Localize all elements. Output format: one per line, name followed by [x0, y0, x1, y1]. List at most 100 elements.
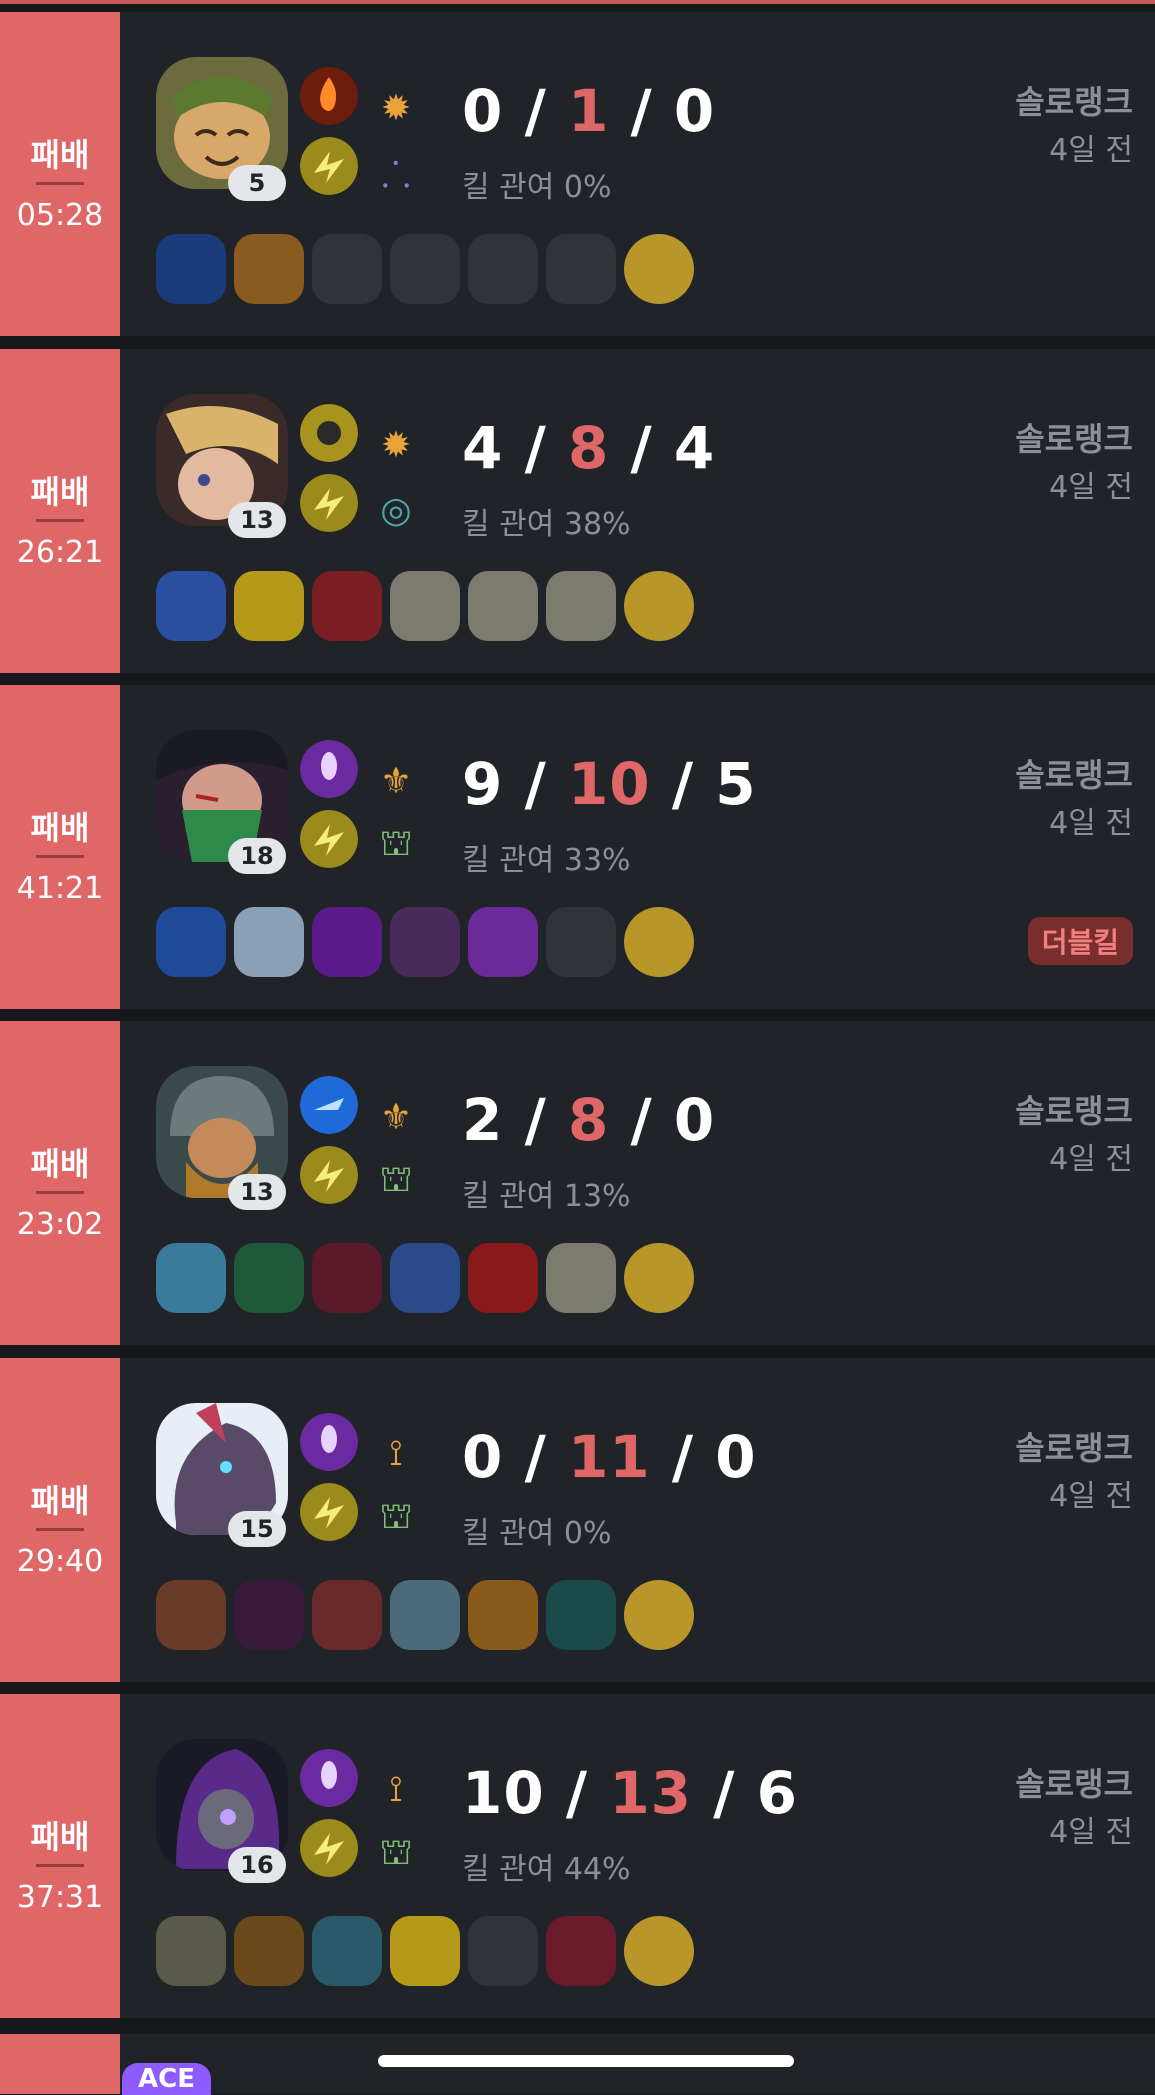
match-card[interactable]: 패배 41:21 18 ⚜ ⛫ 9 / 10 / 5 킬 관여 33% 솔로랭크… [0, 685, 1155, 1009]
result-divider [36, 1528, 84, 1531]
item-icon[interactable] [390, 907, 460, 977]
item-icon[interactable] [234, 571, 304, 641]
kills: 10 [462, 1759, 545, 1827]
match-card[interactable]: 패배 26:21 13 ✹ ◎ 4 / 8 / 4 킬 관여 38% 솔로랭크 … [0, 349, 1155, 673]
match-card[interactable]: 패배 23:02 13 ⚜ ⛫ 2 / 8 / 0 킬 관여 13% 솔로랭크 … [0, 1021, 1155, 1345]
item-icon[interactable] [468, 1580, 538, 1650]
trinket-icon[interactable] [624, 907, 694, 977]
result-strip: 패배 05:28 [0, 12, 120, 336]
assists: 6 [756, 1759, 798, 1827]
result-label: 패배 [30, 1482, 90, 1520]
item-icon[interactable] [234, 234, 304, 304]
item-icon[interactable] [390, 1916, 460, 1986]
queue-type: 솔로랭크 [1015, 420, 1133, 458]
ghost-spell-icon[interactable] [300, 1076, 358, 1134]
time-ago: 4일 전 [1049, 806, 1133, 841]
item-icon[interactable] [390, 571, 460, 641]
trinket-icon[interactable] [624, 234, 694, 304]
result-divider [36, 182, 84, 185]
item-icon[interactable] [156, 1580, 226, 1650]
match-card[interactable]: 패배 37:31 16 ⟟ ⛫ 10 / 13 / 6 킬 관여 44% 솔로랭… [0, 1694, 1155, 2018]
item-icon[interactable] [546, 1243, 616, 1313]
teleport-spell-icon[interactable] [300, 404, 358, 462]
ace-badge: ACE [122, 2063, 211, 2095]
item-icon[interactable] [234, 1243, 304, 1313]
ghost-spell-icon[interactable] [300, 1749, 358, 1807]
match-card[interactable]: 패배 05:28 5 ✹ ⸫ 0 / 1 / 0 킬 관여 0% 솔로랭크 4일… [0, 12, 1155, 336]
deaths: 10 [567, 750, 651, 818]
item-icon[interactable] [546, 1580, 616, 1650]
home-indicator[interactable] [378, 2055, 794, 2067]
queue-type: 솔로랭크 [1015, 1092, 1133, 1130]
item-icon[interactable] [468, 571, 538, 641]
kill-participation: 킬 관여 0% [462, 1516, 612, 1551]
item-icon[interactable] [156, 234, 226, 304]
kda-score: 0 / 1 / 0 [462, 77, 716, 145]
flash-spell-icon[interactable] [300, 1146, 358, 1204]
item-icon[interactable] [312, 907, 382, 977]
ignite-spell-icon[interactable] [300, 67, 358, 125]
queue-type: 솔로랭크 [1015, 756, 1133, 794]
match-card[interactable]: 패배 29:40 15 ⟟ ⛫ 0 / 11 / 0 킬 관여 0% 솔로랭크 … [0, 1358, 1155, 1682]
kill-participation: 킬 관여 13% [462, 1179, 631, 1214]
flash-spell-icon[interactable] [300, 1819, 358, 1877]
empty-item-slot [546, 234, 616, 304]
kills: 0 [462, 1423, 504, 1491]
flash-spell-icon[interactable] [300, 137, 358, 195]
deaths: 1 [567, 77, 610, 145]
empty-item-slot [468, 234, 538, 304]
kda-score: 2 / 8 / 0 [462, 1086, 716, 1154]
item-icon[interactable] [156, 1243, 226, 1313]
item-icon[interactable] [312, 1243, 382, 1313]
trinket-icon[interactable] [624, 1916, 694, 1986]
flash-spell-icon[interactable] [300, 1483, 358, 1541]
item-icon[interactable] [312, 1580, 382, 1650]
game-duration: 23:02 [16, 1207, 104, 1242]
item-icon[interactable] [390, 1580, 460, 1650]
result-label: 패배 [30, 1145, 90, 1183]
item-icon[interactable] [468, 1243, 538, 1313]
item-icon[interactable] [546, 1916, 616, 1986]
ghost-spell-icon[interactable] [300, 1413, 358, 1471]
inspiration-rune-icon: ◎ [380, 489, 412, 531]
result-strip: 패배 26:21 [0, 349, 120, 673]
game-duration: 41:21 [16, 871, 104, 906]
item-icon[interactable] [468, 907, 538, 977]
flash-spell-icon[interactable] [300, 810, 358, 868]
item-icon[interactable] [546, 571, 616, 641]
item-icon[interactable] [234, 907, 304, 977]
champion-level: 13 [228, 502, 286, 538]
resolve-rune-icon: ⛫ [379, 823, 413, 864]
item-icon[interactable] [312, 571, 382, 641]
queue-type: 솔로랭크 [1015, 1765, 1133, 1803]
resolve-rune-icon: ⛫ [379, 1496, 413, 1537]
ghost-spell-icon[interactable] [300, 740, 358, 798]
kda-score: 4 / 8 / 4 [462, 414, 716, 482]
item-icon[interactable] [312, 1916, 382, 1986]
item-icon[interactable] [156, 571, 226, 641]
item-icon[interactable] [156, 907, 226, 977]
item-icon[interactable] [234, 1580, 304, 1650]
flash-spell-icon[interactable] [300, 474, 358, 532]
champion-level: 5 [228, 165, 286, 201]
result-strip: 패배 29:40 [0, 1358, 120, 1682]
game-duration: 05:28 [16, 198, 104, 233]
trinket-icon[interactable] [624, 1580, 694, 1650]
game-duration: 26:21 [16, 535, 104, 570]
assists: 0 [673, 1086, 716, 1154]
item-icon[interactable] [156, 1916, 226, 1986]
kda-score: 10 / 13 / 6 [462, 1759, 798, 1827]
assists: 0 [673, 77, 716, 145]
trinket-icon[interactable] [624, 1243, 694, 1313]
empty-item-slot [312, 234, 382, 304]
item-icon[interactable] [234, 1916, 304, 1986]
result-label: 패배 [30, 136, 90, 174]
trinket-icon[interactable] [624, 571, 694, 641]
time-ago: 4일 전 [1049, 133, 1133, 168]
result-strip [0, 2034, 120, 2094]
item-icon[interactable] [390, 1243, 460, 1313]
deaths: 8 [567, 1086, 610, 1154]
kills: 2 [462, 1086, 504, 1154]
sorcery-rune-icon: ⸫ [381, 154, 411, 196]
champion-level: 13 [228, 1174, 286, 1210]
